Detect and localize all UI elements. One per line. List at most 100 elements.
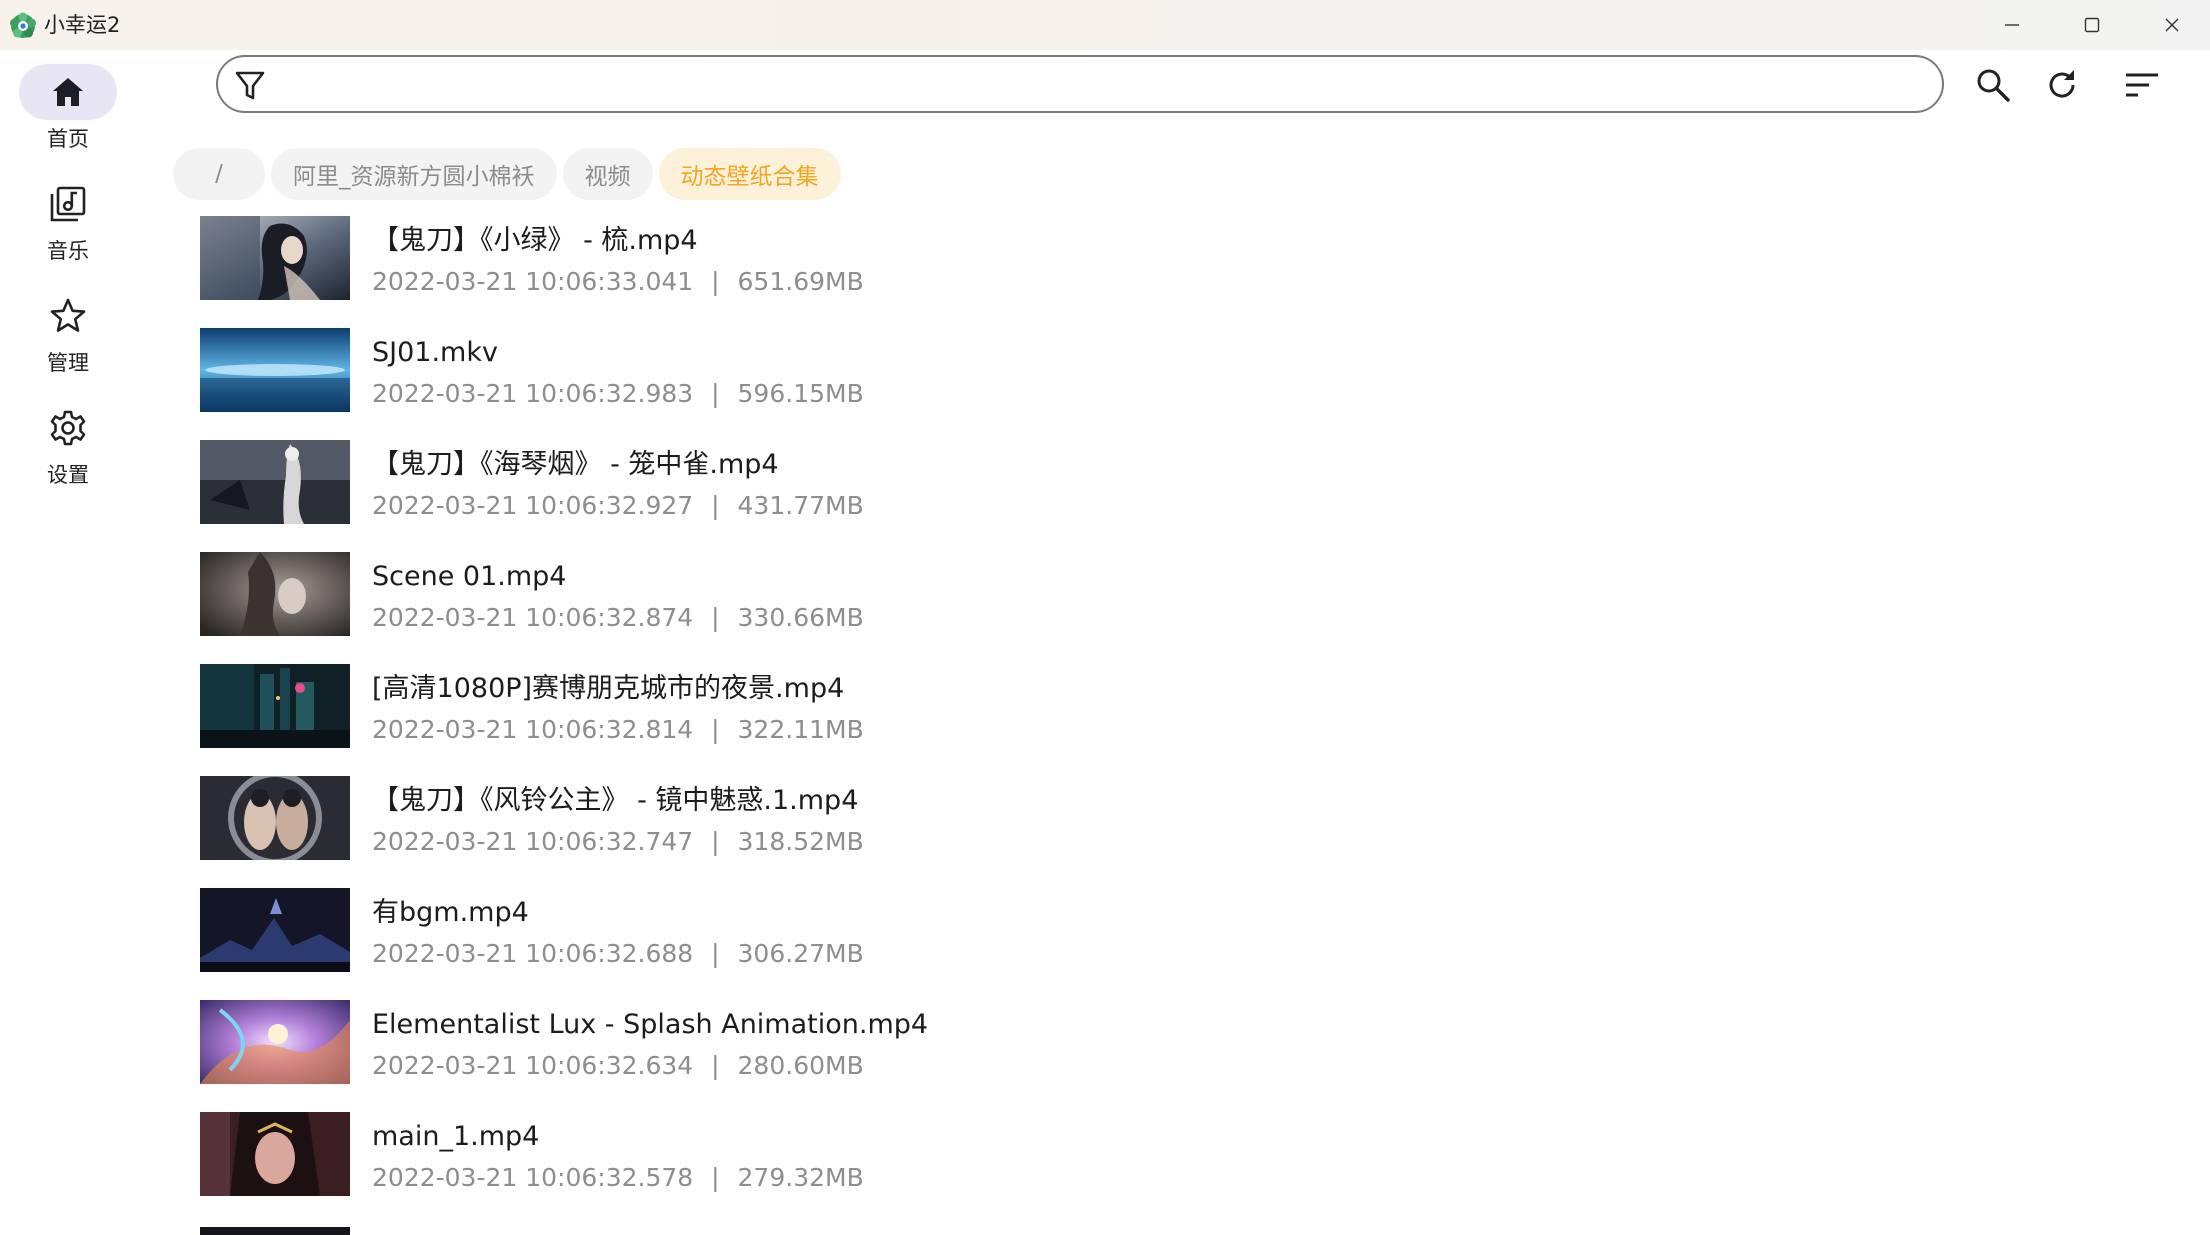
sidebar-item-home[interactable]: 首页 <box>0 64 136 152</box>
sort-icon <box>2126 73 2158 97</box>
file-size: 322.11MB <box>737 715 864 744</box>
meta-separator: | <box>711 491 720 520</box>
file-date: 2022-03-21 10:06:32.927 <box>372 491 694 520</box>
app-logo-icon <box>10 12 36 38</box>
title-bar: 小幸运2 <box>0 0 2210 50</box>
star-icon <box>50 298 86 332</box>
video-thumbnail <box>200 216 350 300</box>
file-name: 有bgm.mp4 <box>372 897 529 928</box>
nav-pill <box>19 288 117 344</box>
file-size: 279.32MB <box>737 1163 864 1192</box>
video-thumbnail <box>200 440 350 524</box>
sidebar-item-label: 管理 <box>47 351 89 375</box>
file-date: 2022-03-21 10:06:32.814 <box>372 715 694 744</box>
list-item[interactable]: Scene 01.mp4 2022-03-21 10:06:32.874 | 3… <box>200 552 1600 664</box>
search-button[interactable] <box>1970 62 2016 108</box>
sidebar-item-manage[interactable]: 管理 <box>0 288 136 376</box>
maximize-button[interactable] <box>2052 0 2132 50</box>
file-meta: 2022-03-21 10:06:32.983 | 596.15MB <box>372 378 864 410</box>
file-size: 651.69MB <box>737 267 864 296</box>
search-bar[interactable] <box>216 55 1944 113</box>
close-button[interactable] <box>2132 0 2210 50</box>
file-size: 596.15MB <box>737 379 864 408</box>
gear-icon <box>50 410 86 446</box>
video-thumbnail <box>200 1227 350 1235</box>
file-meta: 2022-03-21 10:06:32.927 | 431.77MB <box>372 490 864 522</box>
file-size: 318.52MB <box>737 827 864 856</box>
breadcrumb-current[interactable]: 动态壁纸合集 <box>658 148 841 200</box>
file-name: SJ01.mkv <box>372 337 498 368</box>
refresh-button[interactable] <box>2039 62 2085 108</box>
file-date: 2022-03-21 10:06:32.874 <box>372 603 694 632</box>
file-date: 2022-03-21 10:06:32.983 <box>372 379 694 408</box>
file-size: 330.66MB <box>737 603 864 632</box>
video-thumbnail <box>200 664 350 748</box>
sidebar-item-music[interactable]: 音乐 <box>0 176 136 264</box>
sidebar-item-label: 设置 <box>47 463 89 487</box>
minimize-button[interactable] <box>1972 0 2052 50</box>
file-name: main_1.mp4 <box>372 1121 540 1152</box>
file-meta: 2022-03-21 10:06:33.041 | 651.69MB <box>372 266 864 298</box>
nav-indicator <box>19 64 117 120</box>
search-icon <box>1977 69 2010 102</box>
window-title: 小幸运2 <box>44 13 121 37</box>
file-meta: 2022-03-21 10:06:32.634 | 280.60MB <box>372 1050 864 1082</box>
sort-button[interactable] <box>2119 62 2165 108</box>
file-name: Scene 01.mp4 <box>372 561 567 592</box>
video-thumbnail <box>200 776 350 860</box>
meta-separator: | <box>711 1163 720 1192</box>
list-item[interactable]: Elementalist Lux - Splash Animation.mp4 … <box>200 1000 1600 1112</box>
list-item[interactable]: 【鬼刀】《海琴烟》 - 笼中雀.mp4 2022-03-21 10:06:32.… <box>200 440 1600 552</box>
meta-separator: | <box>711 379 720 408</box>
breadcrumb-item[interactable]: 视频 <box>562 148 653 200</box>
file-date: 2022-03-21 10:06:32.634 <box>372 1051 694 1080</box>
list-item[interactable]: 有bgm.mp4 2022-03-21 10:06:32.688 | 306.2… <box>200 888 1600 1000</box>
nav-pill <box>19 400 117 456</box>
file-name: 【鬼刀】《小绿》 - 梳.mp4 <box>372 225 698 256</box>
list-item[interactable]: 【鬼刀】《风铃公主》 - 镜中魅惑.1.mp4 2022-03-21 10:06… <box>200 776 1600 888</box>
video-thumbnail <box>200 552 350 636</box>
home-icon <box>53 78 83 106</box>
breadcrumb-root[interactable]: / <box>173 148 265 200</box>
list-item[interactable]: SJ01.mkv 2022-03-21 10:06:32.983 | 596.1… <box>200 328 1600 440</box>
file-date: 2022-03-21 10:06:32.747 <box>372 827 694 856</box>
file-size: 431.77MB <box>737 491 864 520</box>
filter-icon[interactable] <box>234 69 266 101</box>
video-thumbnail <box>200 1112 350 1196</box>
file-meta: 2022-03-21 10:06:32.747 | 318.52MB <box>372 826 864 858</box>
meta-separator: | <box>711 1051 720 1080</box>
meta-separator: | <box>711 939 720 968</box>
file-name: 【鬼刀】《海琴烟》 - 笼中雀.mp4 <box>372 449 779 480</box>
meta-separator: | <box>711 827 720 856</box>
minimize-icon <box>2005 24 2019 26</box>
file-size: 280.60MB <box>737 1051 864 1080</box>
list-item[interactable]: main_1.mp4 2022-03-21 10:06:32.578 | 279… <box>200 1112 1600 1224</box>
file-meta: 2022-03-21 10:06:32.578 | 279.32MB <box>372 1162 864 1194</box>
meta-separator: | <box>711 715 720 744</box>
meta-separator: | <box>711 267 720 296</box>
nav-pill <box>19 176 117 232</box>
file-date: 2022-03-21 10:06:32.578 <box>372 1163 694 1192</box>
video-thumbnail <box>200 1000 350 1084</box>
video-thumbnail <box>200 328 350 412</box>
file-size: 306.27MB <box>737 939 864 968</box>
sidebar-item-settings[interactable]: 设置 <box>0 400 136 488</box>
video-thumbnail <box>200 888 350 972</box>
file-meta: 2022-03-21 10:06:32.874 | 330.66MB <box>372 602 864 634</box>
breadcrumb-item[interactable]: 阿里_资源新方圆小棉袄 <box>271 148 557 200</box>
file-meta: 2022-03-21 10:06:32.688 | 306.27MB <box>372 938 864 970</box>
file-date: 2022-03-21 10:06:32.688 <box>372 939 694 968</box>
breadcrumb: / 阿里_资源新方圆小棉袄 视频 动态壁纸合集 <box>173 148 841 200</box>
maximize-icon <box>2084 17 2100 33</box>
sidebar-item-label: 首页 <box>47 127 89 151</box>
meta-separator: | <box>711 603 720 632</box>
refresh-icon <box>2049 70 2075 98</box>
music-library-icon <box>50 186 86 222</box>
list-item[interactable]: [高清1080P]赛博朋克城市的夜景.mp4 2022-03-21 10:06:… <box>200 664 1600 776</box>
file-date: 2022-03-21 10:06:33.041 <box>372 267 694 296</box>
file-name: [高清1080P]赛博朋克城市的夜景.mp4 <box>372 673 845 704</box>
list-item[interactable]: 【鬼刀】《小绿》 - 梳.mp4 2022-03-21 10:06:33.041… <box>200 216 1600 328</box>
search-input[interactable] <box>282 63 1926 107</box>
sidebar-item-label: 音乐 <box>47 239 89 263</box>
file-name: Elementalist Lux - Splash Animation.mp4 <box>372 1009 929 1040</box>
